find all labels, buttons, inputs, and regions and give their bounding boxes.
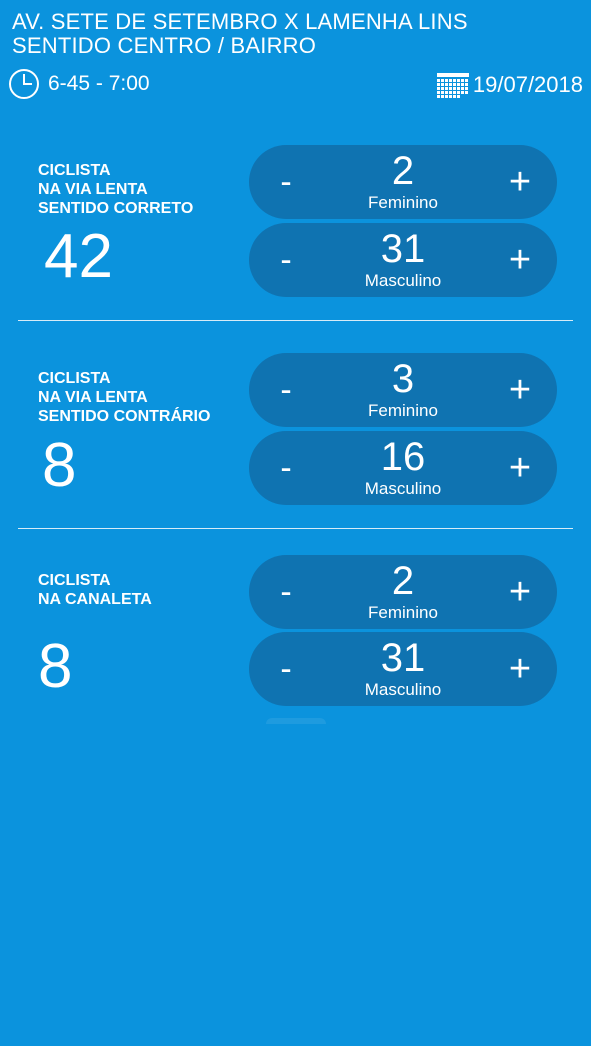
male-label: Masculino xyxy=(364,271,442,290)
section-label-line: NA VIA LENTA xyxy=(38,389,148,406)
male-count: 31 xyxy=(380,636,426,680)
male-decrement-button[interactable]: - xyxy=(251,632,321,706)
male-decrement-button[interactable]: - xyxy=(251,223,321,297)
female-counter: - 3 Feminino + xyxy=(249,353,557,427)
female-decrement-button[interactable]: - xyxy=(251,555,321,629)
male-increment-button[interactable]: + xyxy=(485,431,555,505)
female-label: Feminino xyxy=(368,401,438,420)
male-count: 16 xyxy=(380,435,426,479)
male-label: Masculino xyxy=(364,479,442,498)
section-label: CICLISTA NA VIA LENTA SENTIDO CONTRÁRIO xyxy=(38,369,210,426)
female-count: 3 xyxy=(391,357,415,401)
female-counter: - 2 Feminino + xyxy=(249,145,557,219)
section-label-line: CICLISTA xyxy=(38,162,111,179)
title-line-2: SENTIDO CENTRO / BAIRRO xyxy=(12,33,317,58)
female-count: 2 xyxy=(391,149,415,193)
scroll-edge-indicator xyxy=(266,718,326,724)
section-label-line: CICLISTA xyxy=(38,572,111,589)
male-count: 31 xyxy=(380,227,426,271)
title-line-1: AV. SETE DE SETEMBRO X LAMENHA LINS xyxy=(12,9,468,34)
section-total: 8 xyxy=(38,632,73,701)
section-label: CICLISTA NA CANALETA xyxy=(38,571,152,609)
female-increment-button[interactable]: + xyxy=(485,555,555,629)
section-total: 42 xyxy=(44,222,113,291)
section-total: 8 xyxy=(42,431,77,500)
calendar-icon xyxy=(436,73,469,98)
female-label: Feminino xyxy=(368,603,438,622)
section-label: CICLISTA NA VIA LENTA SENTIDO CORRETO xyxy=(38,161,193,218)
male-label: Masculino xyxy=(364,680,442,699)
female-increment-button[interactable]: + xyxy=(485,145,555,219)
section-label-line: CICLISTA xyxy=(38,370,111,387)
male-counter: - 31 Masculino + xyxy=(249,223,557,297)
section-label-line: NA CANALETA xyxy=(38,591,152,608)
male-decrement-button[interactable]: - xyxy=(251,431,321,505)
clock-icon xyxy=(9,69,39,99)
female-counter: - 2 Feminino + xyxy=(249,555,557,629)
male-increment-button[interactable]: + xyxy=(485,632,555,706)
male-counter: - 16 Masculino + xyxy=(249,431,557,505)
female-label: Feminino xyxy=(368,193,438,212)
section-divider xyxy=(18,528,573,529)
section-label-line: NA VIA LENTA xyxy=(38,181,148,198)
location-title: AV. SETE DE SETEMBRO X LAMENHA LINS SENT… xyxy=(12,10,468,58)
time-range-row: 6-45 - 7:00 xyxy=(8,68,150,100)
female-decrement-button[interactable]: - xyxy=(251,145,321,219)
female-decrement-button[interactable]: - xyxy=(251,353,321,427)
section-divider xyxy=(18,320,573,321)
date-row: 19/07/2018 xyxy=(436,70,583,100)
section-label-line: SENTIDO CORRETO xyxy=(38,200,194,217)
male-increment-button[interactable]: + xyxy=(485,223,555,297)
date-text: 19/07/2018 xyxy=(472,72,583,97)
time-range-text: 6-45 - 7:00 xyxy=(48,72,150,95)
female-count: 2 xyxy=(391,559,415,603)
female-increment-button[interactable]: + xyxy=(485,353,555,427)
male-counter: - 31 Masculino + xyxy=(249,632,557,706)
section-label-line: SENTIDO CONTRÁRIO xyxy=(38,408,211,425)
